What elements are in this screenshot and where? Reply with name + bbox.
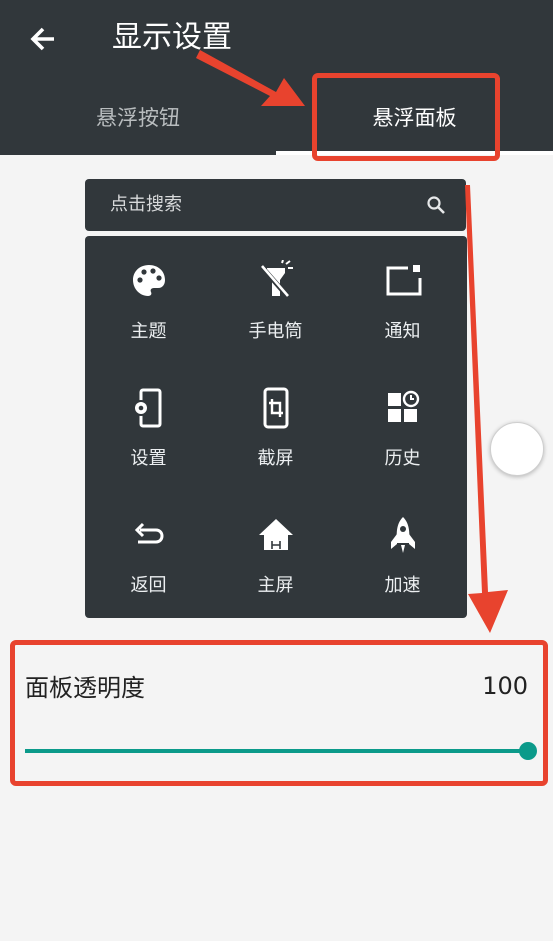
annotation-arrow-to-tab: [196, 50, 305, 106]
annotation-arrows: [196, 50, 508, 633]
annotation-arrow-to-slider: [465, 185, 508, 633]
